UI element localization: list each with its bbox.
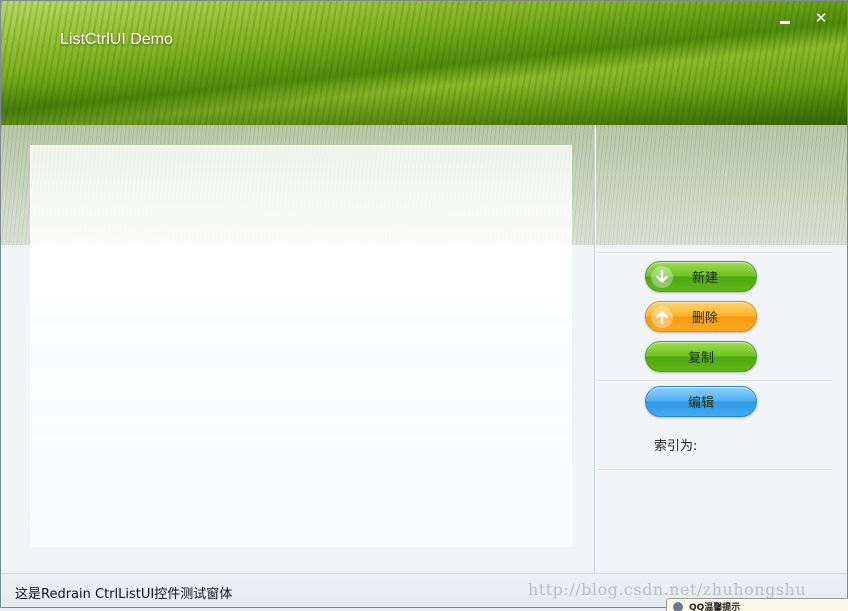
delete-button[interactable]: 删除 [645, 301, 757, 332]
status-text: 这是Redrain CtrlListUI控件测试窗体 [15, 587, 233, 602]
close-icon: ✕ [814, 9, 828, 27]
edit-button-label: 编辑 [687, 396, 714, 411]
list-control[interactable] [30, 145, 572, 547]
arrow-up-icon [651, 306, 673, 328]
title-bar[interactable] [1, 1, 847, 125]
arrow-down-icon [651, 266, 673, 288]
divider-middle [598, 380, 832, 381]
divider-top [598, 252, 832, 253]
tooltip-text: QQ温馨提示 [689, 603, 741, 611]
index-label: 索引为: [654, 439, 698, 454]
copy-button-label: 复制 [687, 351, 714, 366]
edit-button[interactable]: 编辑 [645, 386, 757, 417]
copy-button[interactable]: 复制 [645, 341, 757, 372]
close-button[interactable]: ✕ [809, 7, 833, 29]
delete-button-label: 删除 [691, 311, 718, 326]
info-icon [673, 602, 683, 611]
tooltip-popup[interactable]: QQ温馨提示 [666, 598, 848, 611]
window-title: ListCtrlUI Demo [60, 31, 173, 48]
watermark: http://blog.csdn.net/zhuhongshu [528, 580, 807, 599]
new-button[interactable]: 新建 [645, 261, 757, 292]
main-window: ListCtrlUI Demo ✕ 新建 删除 复制 编辑 索引为: 这是Red… [0, 0, 848, 608]
divider-bottom [598, 469, 832, 470]
new-button-label: 新建 [691, 271, 718, 286]
vertical-divider [594, 125, 595, 573]
minimize-icon [780, 20, 790, 24]
minimize-button[interactable] [773, 7, 797, 29]
